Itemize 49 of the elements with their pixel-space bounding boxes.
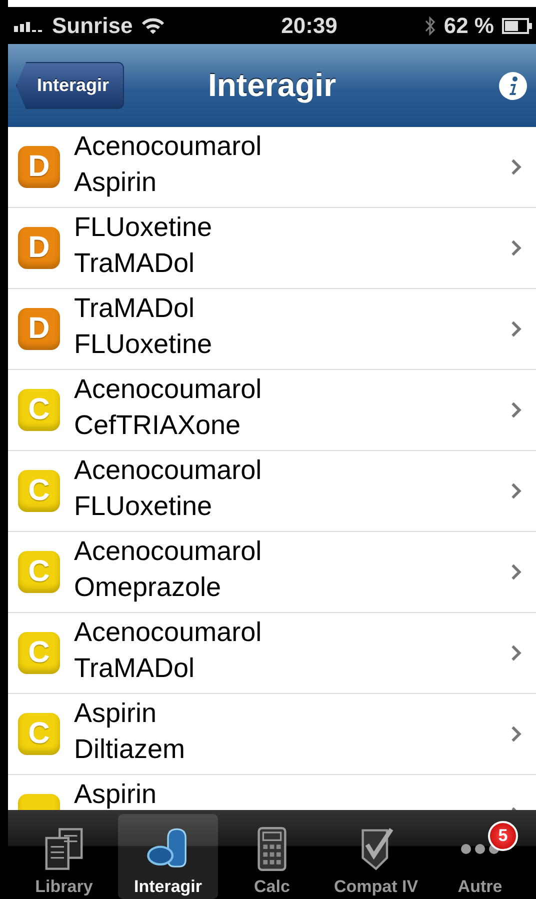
chevron-icon bbox=[510, 158, 522, 176]
chevron-icon bbox=[510, 563, 522, 581]
tab-item[interactable]: Compat IV bbox=[326, 814, 426, 899]
severity-badge: D bbox=[18, 308, 60, 350]
severity-badge: C bbox=[18, 470, 60, 512]
carrier-name: Sunrise bbox=[52, 12, 133, 38]
chevron-icon bbox=[510, 401, 522, 419]
drug-name: Acenocoumarol bbox=[74, 616, 263, 649]
severity-badge: C bbox=[18, 551, 60, 593]
severity-badge: C bbox=[18, 632, 60, 674]
back-button[interactable]: Interagir bbox=[16, 62, 124, 109]
drug-name: Aspirin bbox=[74, 778, 158, 810]
drug-name: FLUoxetine bbox=[74, 490, 214, 523]
chevron-icon bbox=[510, 320, 522, 338]
severity-badge: C bbox=[18, 713, 60, 755]
drug-name: FLUoxetine bbox=[74, 328, 214, 361]
chevron-icon bbox=[510, 644, 522, 662]
battery-percent: 62 % bbox=[444, 12, 494, 38]
drug-name: TraMADol bbox=[74, 292, 196, 325]
chevron-icon bbox=[510, 725, 522, 743]
chevron-icon bbox=[510, 239, 522, 257]
severity-badge: D bbox=[18, 227, 60, 269]
drug-name: FLUoxetine bbox=[74, 211, 214, 244]
drug-name: Acenocoumarol bbox=[74, 454, 263, 487]
screen-title: Interagir bbox=[208, 67, 336, 104]
drug-name: Diltiazem bbox=[74, 733, 186, 766]
severity-badge: C bbox=[18, 389, 60, 431]
notification-badge: 5 bbox=[488, 821, 518, 851]
drug-name: CefTRIAXone bbox=[74, 409, 242, 442]
bluetooth-icon bbox=[424, 14, 436, 36]
tab-item[interactable]: Calc bbox=[222, 814, 322, 899]
wifi-icon bbox=[140, 16, 165, 34]
severity-badge: D bbox=[18, 146, 60, 188]
drug-name: Acenocoumarol bbox=[74, 130, 263, 163]
tab-item[interactable]: 5 Autre bbox=[430, 814, 530, 899]
signal-icon bbox=[14, 20, 44, 32]
battery-icon bbox=[502, 18, 532, 34]
info-icon[interactable] bbox=[498, 70, 528, 100]
drug-name: TraMADol bbox=[74, 652, 196, 685]
drug-name: Omeprazole bbox=[74, 571, 222, 604]
tab-item[interactable]: Interagir bbox=[118, 814, 218, 899]
tab-item[interactable]: Library bbox=[14, 814, 114, 899]
clock-time: 20:39 bbox=[281, 12, 338, 38]
chevron-icon bbox=[510, 482, 522, 500]
drug-name: Acenocoumarol bbox=[74, 535, 263, 568]
drug-name: Aspirin bbox=[74, 166, 158, 199]
drug-name: TraMADol bbox=[74, 247, 196, 280]
drug-name: Aspirin bbox=[74, 697, 158, 730]
drug-name: Acenocoumarol bbox=[74, 373, 263, 406]
